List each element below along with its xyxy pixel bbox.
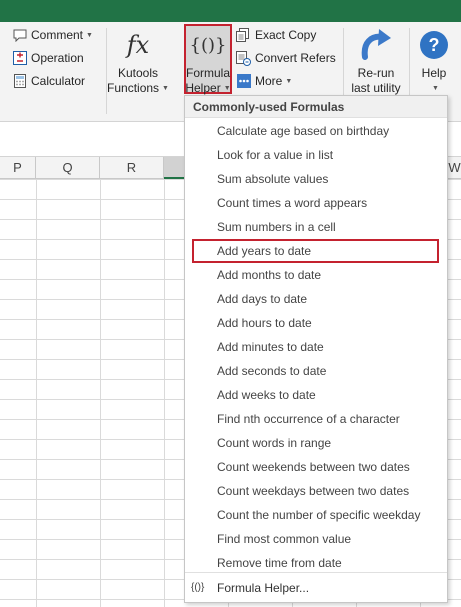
help-icon: ? bbox=[419, 26, 449, 64]
chevron-down-icon: ▼ bbox=[86, 31, 93, 39]
chevron-down-icon: ▼ bbox=[285, 77, 293, 85]
convert-refers-label: Convert Refers bbox=[255, 51, 336, 65]
formula-helper-line2: Helper ▼ bbox=[185, 81, 231, 95]
exact-copy-icon bbox=[236, 27, 251, 43]
formula-helper-dialog-label: Formula Helper... bbox=[217, 580, 310, 595]
menu-header: Commonly-used Formulas bbox=[185, 96, 447, 118]
fx-icon: fx bbox=[126, 30, 150, 59]
menu-item[interactable]: Add days to date bbox=[185, 287, 447, 311]
menu-item[interactable]: Count weekdays between two dates bbox=[185, 479, 447, 503]
more-icon bbox=[236, 74, 251, 89]
menu-item[interactable]: Count the number of specific weekday bbox=[185, 503, 447, 527]
operation-icon bbox=[12, 51, 27, 66]
rerun-line2: last utility bbox=[351, 81, 401, 95]
exact-copy-button[interactable]: Exact Copy bbox=[236, 25, 316, 45]
svg-text:?: ? bbox=[429, 35, 440, 55]
menu-item[interactable]: Count weekends between two dates bbox=[185, 455, 447, 479]
menu-item[interactable]: Find most common value bbox=[185, 527, 447, 551]
menu-item[interactable]: Add weeks to date bbox=[185, 383, 447, 407]
column-header-w[interactable]: W bbox=[448, 157, 461, 179]
formula-helper-icon: {()} bbox=[189, 34, 227, 56]
comment-icon bbox=[12, 28, 27, 43]
column-header-p[interactable]: P bbox=[0, 157, 36, 179]
formula-helper-line1: Formula bbox=[185, 66, 230, 80]
calculator-button[interactable]: Calculator bbox=[12, 71, 85, 91]
help-label: Help bbox=[421, 66, 447, 80]
menu-item[interactable]: Find nth occurrence of a character bbox=[185, 407, 447, 431]
menu-item[interactable]: Count times a word appears bbox=[185, 191, 447, 215]
kutools-functions-button[interactable]: fx Kutools Functions ▼ bbox=[107, 26, 169, 96]
title-bar bbox=[0, 0, 461, 22]
menu-item[interactable]: Add seconds to date bbox=[185, 359, 447, 383]
column-header-q[interactable]: Q bbox=[36, 157, 100, 179]
rerun-arrow-icon bbox=[359, 26, 393, 64]
operation-button[interactable]: Operation bbox=[12, 48, 84, 68]
column-header-s[interactable] bbox=[164, 157, 186, 179]
formula-helper-button[interactable]: {()} Formula Helper ▼ bbox=[184, 26, 232, 96]
calculator-label: Calculator bbox=[31, 74, 86, 88]
chevron-down-icon: ▼ bbox=[432, 85, 439, 92]
formula-helper-dialog-item[interactable]: {()} Formula Helper... bbox=[185, 572, 447, 602]
menu-list: Calculate age based on birthday Look for … bbox=[185, 119, 447, 575]
menu-item[interactable]: Calculate age based on birthday bbox=[185, 119, 447, 143]
menu-item[interactable]: Add years to date bbox=[192, 239, 439, 263]
kutools-functions-line2: Functions ▼ bbox=[107, 81, 169, 95]
ribbon-separator bbox=[106, 28, 107, 114]
help-button[interactable]: ? Help ▼ bbox=[412, 26, 456, 96]
calculator-icon bbox=[12, 74, 27, 89]
kutools-functions-line1: Kutools bbox=[117, 66, 159, 80]
formula-helper-dropdown: Commonly-used Formulas Calculate age bas… bbox=[184, 95, 448, 603]
menu-item[interactable]: Count words in range bbox=[185, 431, 447, 455]
convert-refers-button[interactable]: Convert Refers bbox=[236, 48, 336, 68]
menu-item[interactable]: Add hours to date bbox=[185, 311, 447, 335]
formula-helper-icon: {()} bbox=[191, 582, 205, 593]
more-label: More bbox=[255, 74, 283, 88]
menu-item[interactable]: Sum numbers in a cell bbox=[185, 215, 447, 239]
operation-label: Operation bbox=[31, 51, 84, 65]
column-header-r[interactable]: R bbox=[100, 157, 164, 179]
menu-item[interactable]: Look for a value in list bbox=[185, 143, 447, 167]
comment-button[interactable]: Comment ▼ bbox=[12, 25, 93, 45]
convert-refers-icon bbox=[236, 50, 251, 66]
menu-item[interactable]: Sum absolute values bbox=[185, 167, 447, 191]
menu-item[interactable]: Add months to date bbox=[185, 263, 447, 287]
menu-item[interactable]: Add minutes to date bbox=[185, 335, 447, 359]
more-button[interactable]: More ▼ bbox=[236, 71, 292, 91]
rerun-line1: Re-run bbox=[357, 66, 395, 80]
exact-copy-label: Exact Copy bbox=[255, 28, 317, 42]
rerun-last-utility-button[interactable]: Re-run last utility bbox=[346, 26, 406, 96]
comment-label: Comment bbox=[31, 28, 84, 42]
